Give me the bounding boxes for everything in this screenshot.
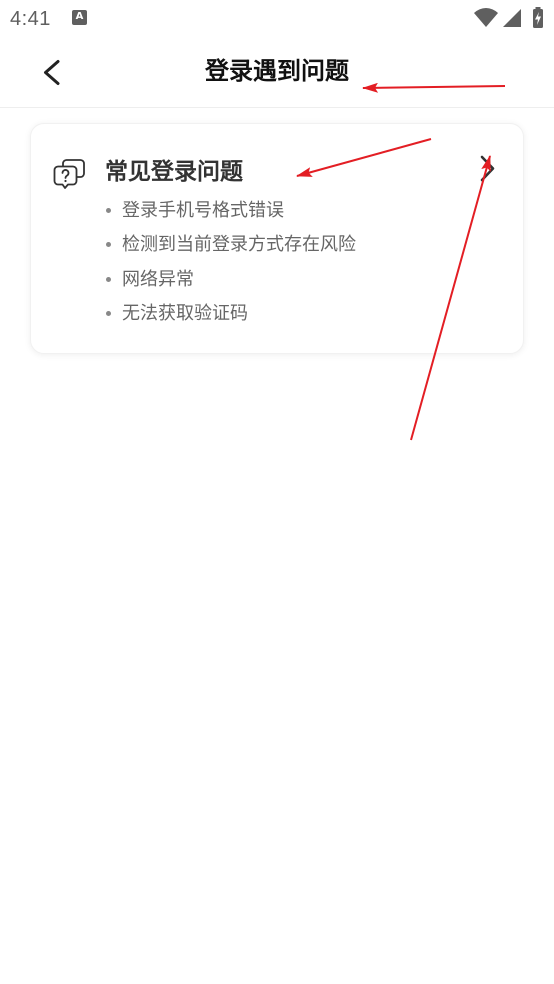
wifi-icon <box>474 8 498 27</box>
chevron-right-icon[interactable] <box>478 154 498 184</box>
page-title: 登录遇到问题 <box>205 58 349 85</box>
faq-item: 无法获取验证码 <box>105 296 356 330</box>
bullet <box>106 242 111 248</box>
faq-item-label: 登录手机号格式错误 <box>122 200 284 220</box>
faq-item-label: 检测到当前登录方式存在风险 <box>122 234 356 255</box>
faq-item-label: 无法获取验证码 <box>122 303 248 324</box>
faq-card[interactable]: 常见登录问题 登录手机号格式错误 检测到当前登录方式存在风险 网络异常 无法获取… <box>30 123 524 354</box>
cellular-signal-icon <box>503 9 521 27</box>
app-notification-icon: A <box>72 10 87 25</box>
chat-question-icon <box>53 158 85 190</box>
faq-item: 检测到当前登录方式存在风险 <box>105 227 356 261</box>
faq-list: 登录手机号格式错误 检测到当前登录方式存在风险 网络异常 无法获取验证码 <box>105 193 356 331</box>
faq-item: 登录手机号格式错误 <box>105 193 356 227</box>
status-bar: 4:41 A <box>0 0 554 40</box>
faq-item: 网络异常 <box>105 262 356 296</box>
top-bar: 登录遇到问题 <box>0 40 554 108</box>
faq-item-label: 网络异常 <box>122 268 194 289</box>
bullet <box>106 208 111 213</box>
battery-charging-icon <box>532 7 544 28</box>
bullet <box>106 276 111 282</box>
card-title: 常见登录问题 <box>105 158 243 184</box>
status-time: 4:41 <box>10 8 51 30</box>
bullet <box>106 311 111 317</box>
